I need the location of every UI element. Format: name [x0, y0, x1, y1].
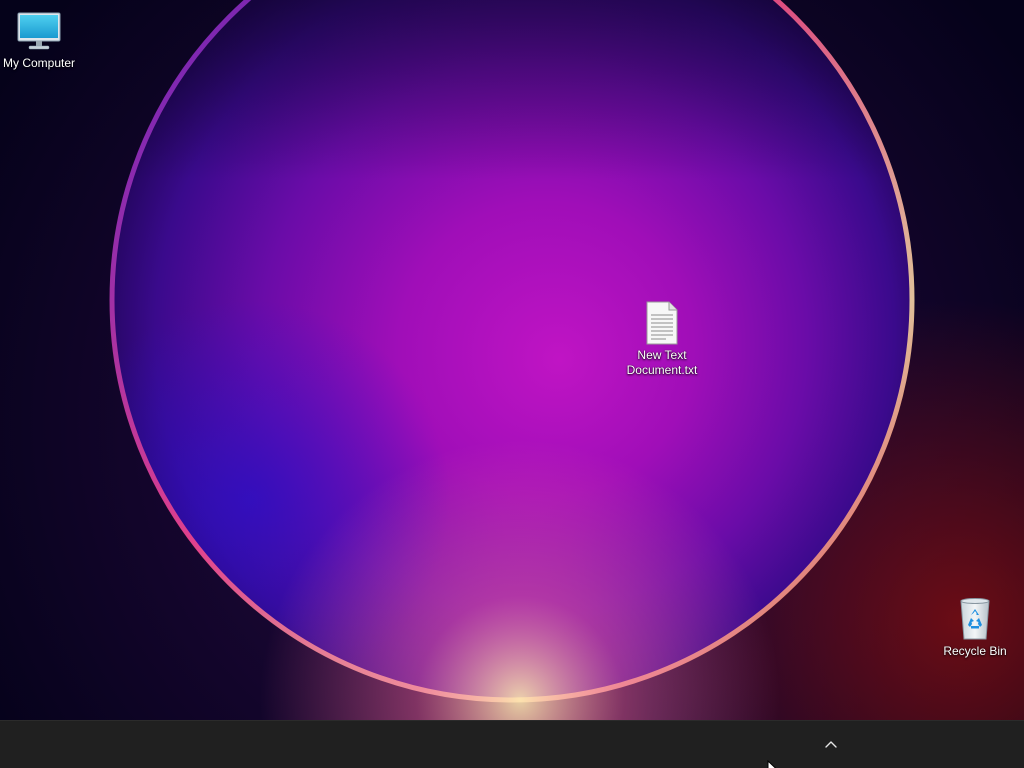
desktop-icon-recycle-bin[interactable]: Recycle Bin [935, 596, 1015, 659]
recycle-bin-icon [951, 596, 999, 642]
taskbar [0, 720, 1024, 768]
desktop[interactable]: My Computer New Text Document.txt Recycl… [0, 0, 1024, 720]
monitor-icon [15, 8, 63, 54]
desktop-icon-my-computer[interactable]: My Computer [0, 8, 79, 71]
desktop-icon-new-text-document[interactable]: New Text Document.txt [622, 300, 702, 378]
text-document-icon [638, 300, 686, 346]
desktop-icon-label: My Computer [2, 56, 76, 70]
chevron-up-icon[interactable] [818, 733, 844, 755]
desktop-icon-label: New Text Document.txt [626, 348, 698, 377]
wallpaper [0, 0, 1024, 720]
desktop-icon-label: Recycle Bin [943, 644, 1007, 658]
